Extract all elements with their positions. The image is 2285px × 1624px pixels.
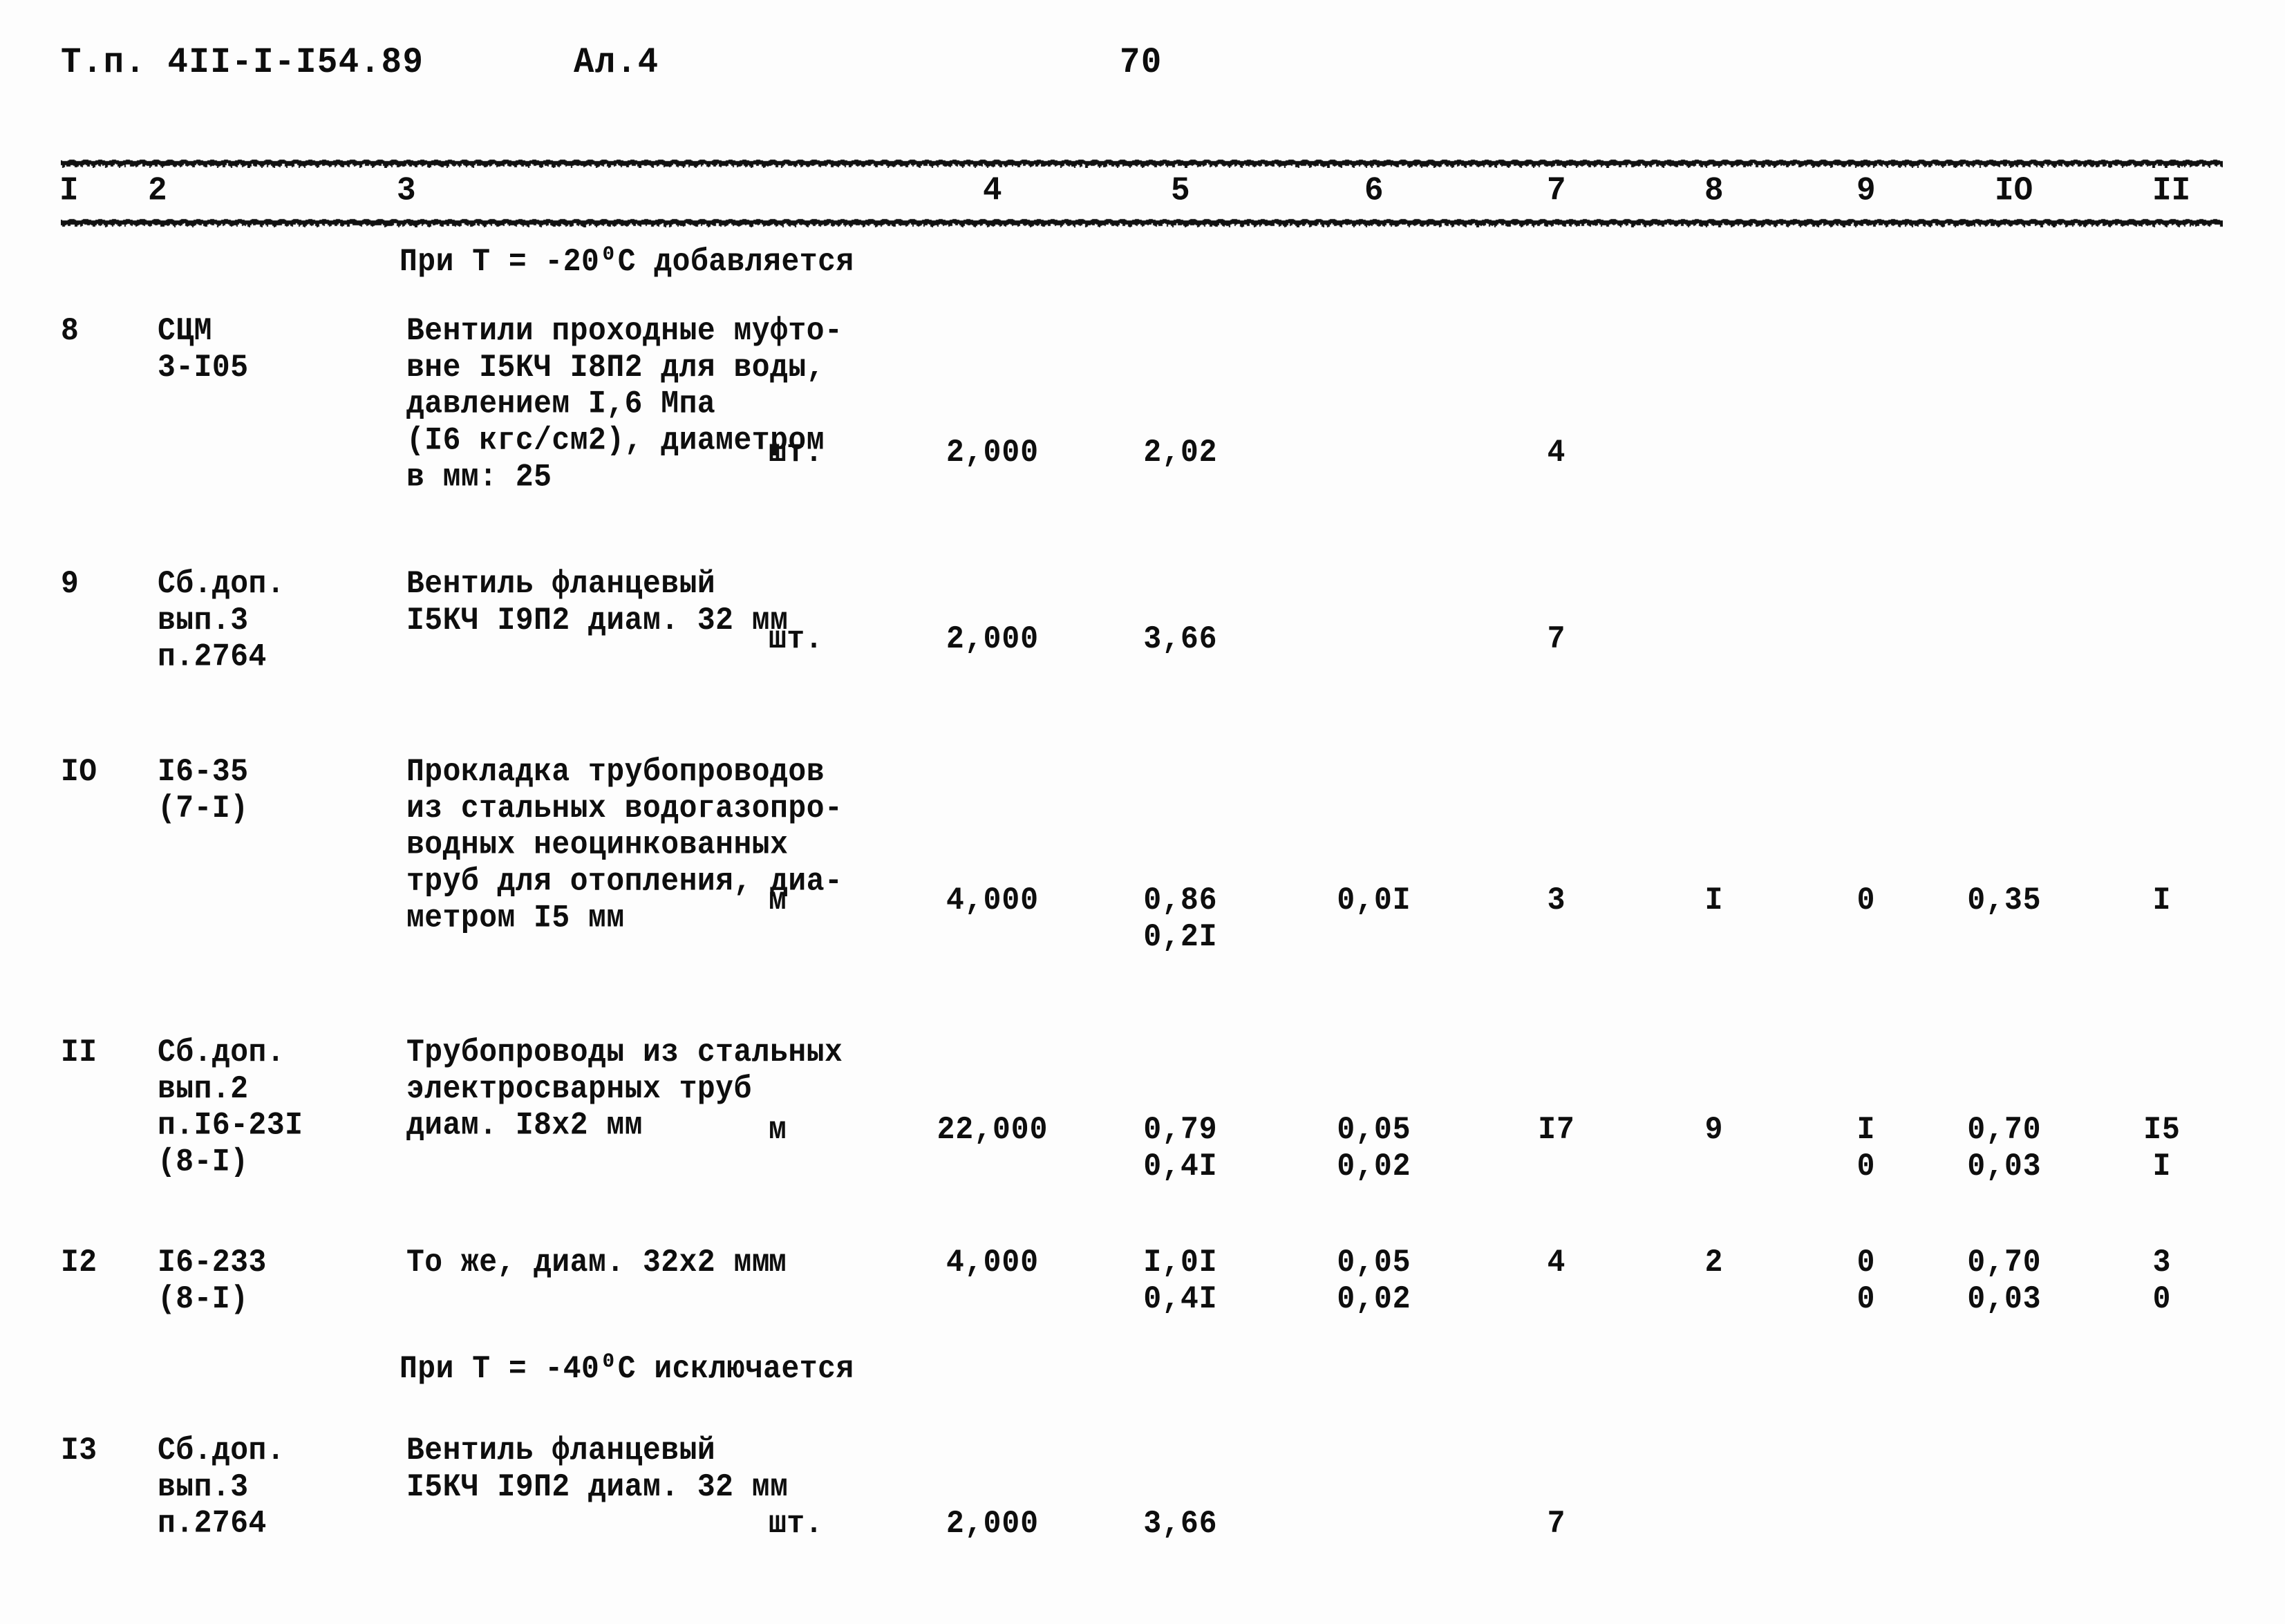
row-code-reference: Сб.доп. вып.3 п.2764 bbox=[158, 1432, 379, 1542]
row-value-colIO: 0,70 0,03 bbox=[1915, 1244, 2094, 1317]
row-code-reference: СЦМ 3-I05 bbox=[158, 312, 379, 386]
row-code-reference: I6-35 (7-I) bbox=[158, 753, 379, 827]
row-value-col7: I7 bbox=[1467, 1111, 1646, 1148]
row-code-reference: I6-233 (8-I) bbox=[158, 1244, 379, 1317]
temperature-note-minus20: При Т = -20⁰С добавляется bbox=[399, 243, 854, 280]
row-index: I3 bbox=[61, 1432, 126, 1469]
row-value-col5: I,0I 0,4I bbox=[1091, 1244, 1270, 1317]
row-value-col7: 4 bbox=[1467, 434, 1646, 471]
row-value-col4: 22,000 bbox=[903, 1111, 1082, 1148]
row-value-col6: 0,05 0,02 bbox=[1284, 1111, 1464, 1184]
row-description: То же, диам. 32х2 мм bbox=[406, 1244, 952, 1281]
row-index: 9 bbox=[61, 565, 126, 602]
row-description: Вентиль фланцевый I5КЧ I9П2 диам. 32 мм bbox=[406, 565, 952, 639]
row-unit: м bbox=[769, 1111, 787, 1148]
row-code-reference: Сб.доп. вып.3 п.2764 bbox=[158, 565, 379, 675]
row-value-col4: 2,000 bbox=[903, 434, 1082, 471]
row-code-reference: Сб.доп. вып.2 п.I6-23I (8-I) bbox=[158, 1034, 379, 1180]
row-unit: шт. bbox=[769, 434, 823, 471]
row-unit: м bbox=[769, 882, 787, 918]
row-value-col7: 4 bbox=[1467, 1244, 1646, 1281]
row-description: Прокладка трубопроводов из стальных водо… bbox=[406, 753, 952, 936]
row-value-col4: 4,000 bbox=[903, 882, 1082, 918]
row-value-colII: I5 I bbox=[2072, 1111, 2252, 1184]
row-value-col5: 2,02 bbox=[1091, 434, 1270, 471]
row-value-colII: I bbox=[2072, 882, 2252, 918]
temperature-note-minus40: При Т = -40⁰С исключается bbox=[399, 1350, 854, 1387]
row-description: Вентили проходные муфто- вне I5КЧ I8П2 д… bbox=[406, 312, 952, 495]
row-unit: шт. bbox=[769, 621, 823, 657]
row-value-colIO: 0,35 bbox=[1915, 882, 2094, 918]
row-value-col5: 0,79 0,4I bbox=[1091, 1111, 1270, 1184]
row-value-col6: 0,0I bbox=[1284, 882, 1464, 918]
row-value-col7: 7 bbox=[1467, 621, 1646, 657]
row-value-col5: 3,66 bbox=[1091, 1505, 1270, 1542]
row-value-col5: 0,86 0,2I bbox=[1091, 882, 1270, 955]
row-value-col7: 3 bbox=[1467, 882, 1646, 918]
row-value-colIO: 0,70 0,03 bbox=[1915, 1111, 2094, 1184]
row-unit: шт. bbox=[769, 1505, 823, 1542]
row-index: IO bbox=[61, 753, 126, 790]
row-value-col5: 3,66 bbox=[1091, 621, 1270, 657]
row-value-col6: 0,05 0,02 bbox=[1284, 1244, 1464, 1317]
row-index: II bbox=[61, 1034, 126, 1070]
table-body: При Т = -20⁰С добавляется При Т = -40⁰С и… bbox=[0, 0, 2285, 1624]
row-index: I2 bbox=[61, 1244, 126, 1281]
row-description: Трубопроводы из стальных электросварных … bbox=[406, 1034, 952, 1144]
row-description: Вентиль фланцевый I5КЧ I9П2 диам. 32 мм bbox=[406, 1432, 952, 1505]
scanned-page: Т.п. 4II-I-I54.89 Ал.4 70 I 2 3 4 5 6 7 8 9 IO II … bbox=[0, 0, 2285, 1624]
row-value-colII: 3 0 bbox=[2072, 1244, 2252, 1317]
row-value-col7: 7 bbox=[1467, 1505, 1646, 1542]
row-value-col4: 2,000 bbox=[903, 621, 1082, 657]
row-index: 8 bbox=[61, 312, 126, 349]
row-value-col4: 4,000 bbox=[903, 1244, 1082, 1281]
row-value-col4: 2,000 bbox=[903, 1505, 1082, 1542]
row-unit: м bbox=[769, 1244, 787, 1281]
